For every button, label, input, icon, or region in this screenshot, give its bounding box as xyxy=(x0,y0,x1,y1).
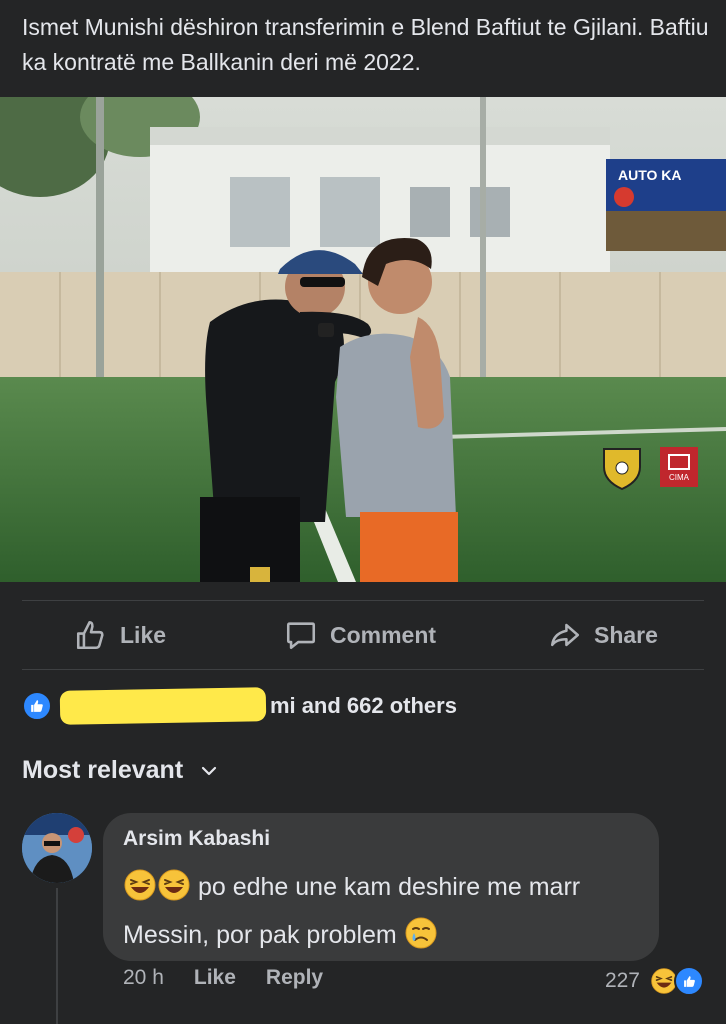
like-button[interactable]: Like xyxy=(74,618,166,652)
like-reaction-icon xyxy=(22,691,52,721)
crying-emoji-icon xyxy=(405,917,437,949)
avatar[interactable] xyxy=(22,813,92,883)
share-label: Share xyxy=(594,621,658,648)
like-label: Like xyxy=(120,621,167,648)
thread-line xyxy=(56,888,58,1024)
comment-reaction-count[interactable]: 227 xyxy=(605,966,704,996)
post-actions: Like Comment Share xyxy=(0,600,726,670)
cima-watermark: CIMA xyxy=(669,473,690,482)
comment-icon xyxy=(286,622,316,650)
chevron-down-icon xyxy=(202,766,217,775)
comment-time[interactable]: 20 h xyxy=(123,966,164,990)
partial-name: mi xyxy=(270,693,296,718)
comment-text-line1: po edhe une kam deshire me marr xyxy=(197,873,581,901)
post-caption: Ismet Munishi dëshiron transferimin e Bl… xyxy=(22,14,709,75)
sign-text: AUTO KA xyxy=(618,167,682,183)
comment-sort-dropdown[interactable]: Most relevant xyxy=(22,756,217,785)
share-button[interactable]: Share xyxy=(548,618,658,652)
comment-reaction-number: 227 xyxy=(604,969,640,992)
redacted-name xyxy=(59,687,267,725)
comment-author[interactable]: Arsim Kabashi xyxy=(123,827,270,851)
post-photo[interactable]: AUTO KA CIMA xyxy=(0,97,726,582)
laughing-emoji-icon xyxy=(124,869,156,901)
comment-button[interactable]: Comment xyxy=(284,618,436,652)
laughing-emoji-icon xyxy=(158,869,190,901)
reaction-summary[interactable]: mi and 662 others xyxy=(22,686,457,726)
like-icon xyxy=(76,620,104,650)
reaction-summary-text: and 662 others xyxy=(301,693,457,718)
like-reaction-icon xyxy=(674,966,704,996)
comment-bubble: Arsim Kabashi po edhe une kam deshire me… xyxy=(103,813,659,961)
comment-label: Comment xyxy=(330,621,437,648)
comment-meta: 20 h Like Reply xyxy=(123,966,323,990)
divider-bottom xyxy=(22,669,704,670)
comment-text-line2: Messin, por pak problem xyxy=(123,921,397,949)
comment-reply-button[interactable]: Reply xyxy=(266,966,323,990)
sort-label: Most relevant xyxy=(22,756,184,784)
comment-like-button[interactable]: Like xyxy=(194,966,236,990)
comment-text: po edhe une kam deshire me marr Messin, … xyxy=(123,863,643,959)
share-icon xyxy=(550,623,580,647)
